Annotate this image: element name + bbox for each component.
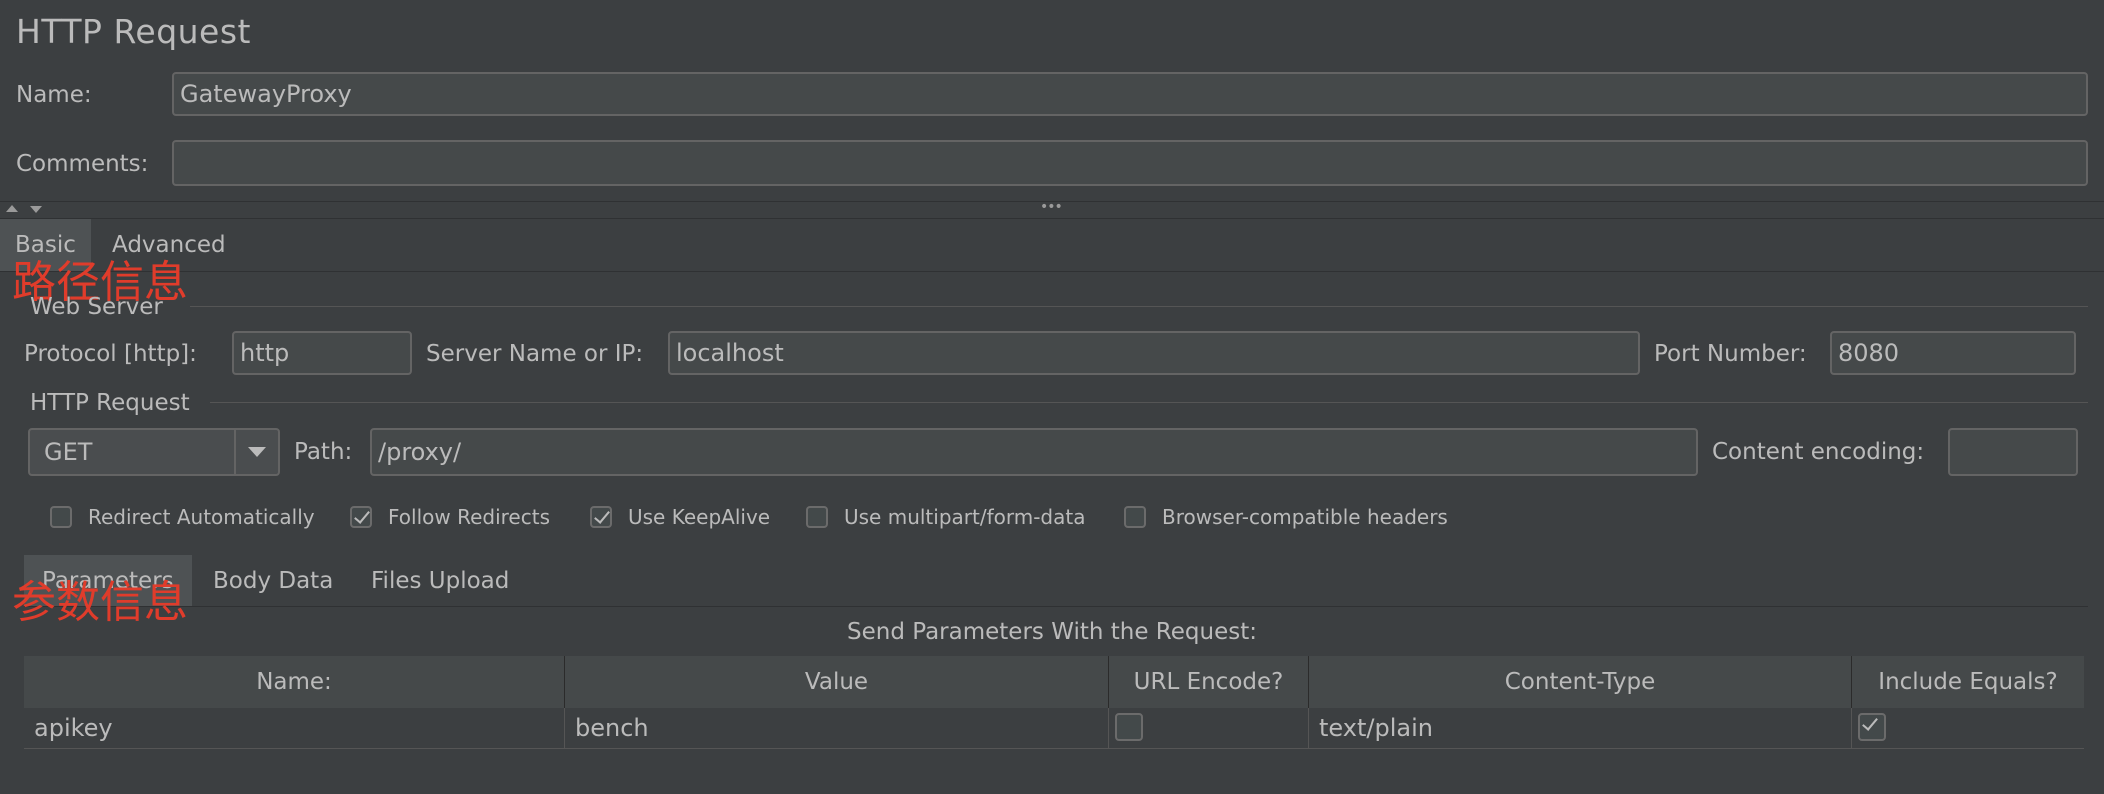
sub-tab-underline <box>24 606 2088 607</box>
param-value-cell[interactable]: bench <box>565 708 1109 748</box>
use-multipart-checkbox[interactable]: Use multipart/form-data <box>806 505 1085 529</box>
server-name-label: Server Name or IP: <box>426 341 644 367</box>
port-number-field[interactable]: 8080 <box>1830 331 2076 375</box>
checkbox-label: Follow Redirects <box>388 505 550 529</box>
http-request-section-label: HTTP Request <box>30 390 190 416</box>
path-field[interactable]: /proxy/ <box>370 428 1698 476</box>
comments-label: Comments: <box>16 151 149 177</box>
server-name-field[interactable]: localhost <box>668 331 1640 375</box>
checkbox-label: Use multipart/form-data <box>844 505 1086 529</box>
protocol-field[interactable]: http <box>232 331 412 375</box>
web-server-separator <box>190 306 2088 307</box>
tab-files-upload[interactable]: Files Upload <box>356 555 524 607</box>
http-request-separator <box>210 402 2088 403</box>
browser-compatible-headers-checkbox[interactable]: Browser-compatible headers <box>1124 505 1448 529</box>
column-header-content-type[interactable]: Content-Type <box>1309 656 1852 708</box>
use-keepalive-checkbox[interactable]: Use KeepAlive <box>590 505 770 529</box>
checkbox-label: Use KeepAlive <box>628 505 771 529</box>
checkbox-box[interactable] <box>1124 506 1146 528</box>
name-field[interactable]: GatewayProxy <box>172 72 2088 116</box>
url-encode-cell[interactable] <box>1109 708 1309 748</box>
checkbox-label: Browser-compatible headers <box>1162 505 1448 529</box>
include-equals-checkbox[interactable] <box>1858 713 1886 741</box>
splitter-expand-icon[interactable] <box>30 206 42 213</box>
checkbox-box[interactable] <box>590 506 612 528</box>
column-header-value[interactable]: Value <box>565 656 1109 708</box>
name-label: Name: <box>16 82 92 108</box>
content-encoding-field[interactable] <box>1948 428 2078 476</box>
include-equals-cell[interactable] <box>1852 708 2084 748</box>
table-row-bottom-line <box>24 748 2084 749</box>
path-label: Path: <box>294 439 353 465</box>
splitter-collapse-icon[interactable] <box>6 205 18 212</box>
tab-underline <box>0 271 2104 272</box>
param-name-cell[interactable]: apikey <box>24 708 565 748</box>
checkbox-box[interactable] <box>806 506 828 528</box>
comments-field[interactable] <box>172 140 2088 186</box>
protocol-label: Protocol [http]: <box>24 341 197 367</box>
column-header-name[interactable]: Name: <box>24 656 565 708</box>
content-type-cell[interactable]: text/plain <box>1309 708 1852 748</box>
port-number-label: Port Number: <box>1654 341 1807 367</box>
params-caption: Send Parameters With the Request: <box>847 619 1257 645</box>
redirect-automatically-checkbox[interactable]: Redirect Automatically <box>50 505 315 529</box>
splitter-bottom-line <box>0 218 2104 219</box>
checkbox-box[interactable] <box>50 506 72 528</box>
url-encode-checkbox[interactable] <box>1115 713 1143 741</box>
chevron-down-icon[interactable] <box>234 428 278 474</box>
web-server-section-label: Web Server <box>30 294 163 320</box>
checkbox-label: Redirect Automatically <box>88 505 315 529</box>
follow-redirects-checkbox[interactable]: Follow Redirects <box>350 505 550 529</box>
tab-body-data[interactable]: Body Data <box>198 555 348 607</box>
column-header-include-equals[interactable]: Include Equals? <box>1852 656 2084 708</box>
checkbox-box[interactable] <box>350 506 372 528</box>
panel-title: HTTP Request <box>16 12 251 51</box>
splitter-handle-icon[interactable]: ••• <box>1040 199 1063 215</box>
column-header-url-encode[interactable]: URL Encode? <box>1109 656 1309 708</box>
content-encoding-label: Content encoding: <box>1712 439 1925 465</box>
